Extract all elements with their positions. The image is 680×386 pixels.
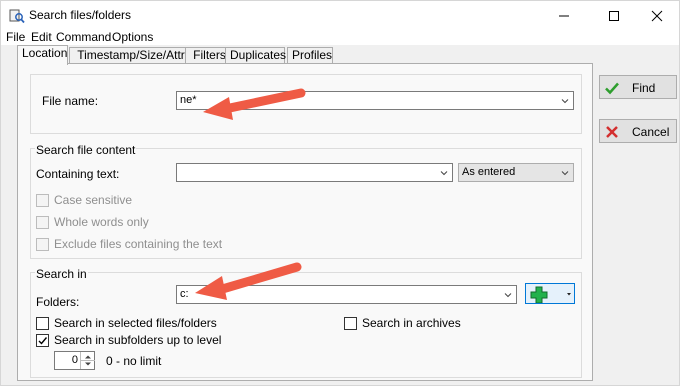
checkbox-box [36, 317, 49, 330]
containing-text-combo[interactable] [176, 163, 453, 182]
close-icon [651, 10, 663, 21]
spinner-arrows[interactable] [80, 352, 95, 369]
cancel-button-label: Cancel [632, 125, 670, 139]
folders-label: Folders: [36, 295, 80, 309]
minimize-button[interactable] [541, 1, 587, 30]
checkbox-box [36, 194, 49, 207]
spin-updown-icon [81, 355, 95, 366]
location-tab-panel: File name: ne* Search file content Conta… [17, 63, 593, 381]
folders-value: c: [180, 288, 189, 300]
title-bar: Search files/folders [1, 1, 679, 30]
find-button[interactable]: Find [599, 75, 677, 99]
search-archives-label: Search in archives [362, 316, 461, 330]
dropdown-caret-icon [567, 293, 571, 296]
search-selected-label: Search in selected files/folders [54, 316, 217, 330]
file-name-group: File name: ne* [30, 74, 582, 134]
whole-words-label: Whole words only [54, 215, 149, 229]
case-sensitive-label: Case sensitive [54, 193, 133, 207]
subfolder-level-value: 0 [71, 354, 78, 366]
match-mode-select[interactable]: As entered [458, 163, 574, 182]
window-title: Search files/folders [29, 8, 132, 22]
file-name-value: ne* [180, 94, 197, 106]
menu-edit[interactable]: Edit [31, 30, 52, 44]
file-name-combo[interactable]: ne* [176, 91, 574, 110]
level-hint: 0 - no limit [106, 354, 162, 368]
chevron-down-icon [504, 293, 512, 298]
checkbox-box [36, 238, 49, 251]
containing-text-label: Containing text: [36, 167, 120, 181]
menu-bar: File Edit Command Options [1, 30, 679, 45]
app-icon [9, 9, 25, 24]
chevron-down-icon [440, 171, 448, 176]
minimize-icon [559, 15, 569, 16]
search-window: Search files/folders File Edit Command O… [0, 0, 680, 386]
tab-profiles[interactable]: Profiles [287, 47, 333, 64]
search-subfolders-label: Search in subfolders up to level [54, 333, 222, 347]
search-in-group: Search in Folders: c: Search in selected… [30, 267, 582, 378]
checkbox-box [344, 317, 357, 330]
search-in-title: Search in [35, 267, 88, 281]
cancel-button[interactable]: Cancel [599, 119, 677, 143]
folders-combo[interactable]: c: [176, 285, 517, 304]
find-button-label: Find [632, 81, 656, 95]
maximize-icon [609, 10, 619, 21]
checkmark-icon [605, 82, 619, 95]
close-button[interactable] [634, 1, 680, 30]
maximize-button[interactable] [591, 1, 637, 30]
search-file-content-title: Search file content [35, 143, 137, 157]
checkbox-box [36, 334, 49, 347]
checkmark-icon [38, 337, 48, 345]
file-name-label: File name: [42, 94, 99, 108]
add-folder-button[interactable] [525, 283, 575, 304]
subfolder-level-spinner[interactable]: 0 [54, 351, 95, 370]
chevron-down-icon [561, 99, 569, 104]
tab-timestamp-size-attr[interactable]: Timestamp/Size/Attr [69, 47, 193, 64]
tab-location[interactable]: Location [17, 45, 68, 65]
tab-duplicates[interactable]: Duplicates [225, 47, 286, 64]
cancel-x-icon [606, 126, 618, 138]
search-file-content-group: Search file content Containing text: As … [30, 143, 582, 259]
menu-options[interactable]: Options [112, 30, 153, 44]
green-plus-icon [530, 286, 571, 304]
menu-file[interactable]: File [6, 30, 25, 44]
checkbox-box [36, 216, 49, 229]
exclude-files-label: Exclude files containing the text [54, 237, 223, 251]
match-mode-value: As entered [462, 166, 516, 178]
chevron-down-icon [561, 171, 569, 176]
menu-command[interactable]: Command [56, 30, 111, 44]
